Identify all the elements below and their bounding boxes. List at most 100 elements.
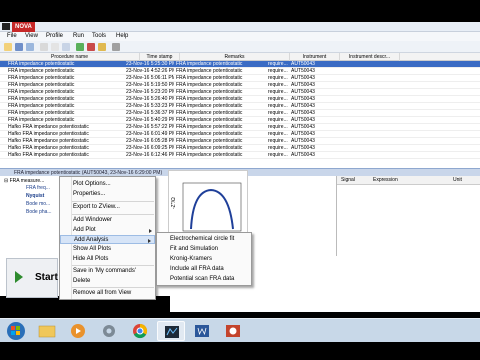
cell-procedure: FRA impedance potentiostatic <box>8 96 75 102</box>
table-row[interactable]: FRA impedance potentiostatic 23-Nov-16 5… <box>0 96 480 103</box>
menu-tools[interactable]: Tools <box>92 32 106 41</box>
submenu-circle-fit[interactable]: Electrochemical circle fit <box>157 235 251 244</box>
submenu-fit-simulation[interactable]: Fit and Simulation <box>157 245 251 254</box>
tree-item-bode-phase[interactable]: Bode pha... <box>26 209 52 215</box>
menu-bar: File View Profile Run Tools Help <box>0 32 480 41</box>
col-time-stamp[interactable]: Time stamp <box>140 53 180 61</box>
cell-require: require... <box>268 96 288 102</box>
table-row[interactable]: FRA impedance potentiostatic 23-Nov-16 5… <box>0 103 480 110</box>
app-icon <box>2 23 10 30</box>
table-row[interactable]: FRA impedance potentiostatic 23-Nov-16 5… <box>0 89 480 96</box>
save-all-icon[interactable] <box>26 43 34 51</box>
screen: NOVA File View Profile Run Tools Help Pr… <box>0 0 480 360</box>
menu-run[interactable]: Run <box>73 32 84 41</box>
cell-time: 23-Nov-16 5:23:20 PM <box>126 89 174 95</box>
paste-icon[interactable] <box>62 43 70 51</box>
cell-remarks: FRA impedance potentiostatic <box>176 75 243 81</box>
table-row[interactable]: Hafko FRA impedance potentiostatic 23-No… <box>0 152 480 159</box>
chrome-icon[interactable] <box>126 321 154 341</box>
cell-procedure: FRA impedance potentiostatic <box>8 61 75 67</box>
menu-show-all-plots[interactable]: Show All Plots <box>60 245 155 254</box>
menu-help[interactable]: Help <box>116 32 128 41</box>
menu-file[interactable]: File <box>7 32 17 41</box>
menu-add-plot[interactable]: Add Plot <box>60 226 155 235</box>
col-instrument[interactable]: Instrument <box>290 53 340 61</box>
menu-remove-all[interactable]: Remove all from View <box>60 289 155 298</box>
menu-add-analysis[interactable]: Add Analysis <box>60 235 155 244</box>
procedure-table: Procedure name Time stamp Remarks Instru… <box>0 53 480 168</box>
table-row[interactable]: FRA impedance potentiostatic 23-Nov-16 4… <box>0 68 480 75</box>
col-expression[interactable]: Expression <box>373 176 398 185</box>
stop-icon[interactable] <box>87 43 95 51</box>
cell-procedure: FRA impedance potentiostatic <box>8 103 75 109</box>
explorer-icon[interactable] <box>33 321 61 341</box>
tree-root-item[interactable]: ⊟ FRA measure... <box>4 178 44 184</box>
pause-icon[interactable] <box>98 43 106 51</box>
menu-add-windower[interactable]: Add Windower <box>60 216 155 225</box>
cell-require: require... <box>268 131 288 137</box>
table-row[interactable]: Hafko FRA impedance potentiostatic 23-No… <box>0 131 480 138</box>
table-row[interactable]: FRA impedance potentiostatic 23-Nov-16 5… <box>0 75 480 82</box>
submenu-arrow-icon <box>149 229 152 233</box>
play-icon[interactable] <box>76 43 84 51</box>
word-icon[interactable] <box>188 321 216 341</box>
cell-remarks: FRA impedance potentiostatic <box>176 68 243 74</box>
cell-instrument: AUT50043 <box>291 124 315 130</box>
cell-time: 23-Nov-16 5:33:23 PM <box>126 103 174 109</box>
menu-plot-options[interactable]: Plot Options... <box>60 180 155 189</box>
settings-icon[interactable] <box>112 43 120 51</box>
start-button[interactable]: Start <box>11 263 58 293</box>
submenu-include-fra[interactable]: Include all FRA data <box>157 265 251 274</box>
cell-instrument: AUT50043 <box>291 117 315 123</box>
nova-taskbar-icon[interactable] <box>157 321 185 341</box>
col-instrument-descr[interactable]: Instrument descr... <box>340 53 400 61</box>
cell-require: require... <box>268 110 288 116</box>
copy-icon[interactable] <box>51 43 59 51</box>
powerpoint-icon[interactable] <box>219 321 247 341</box>
tree-item-bode-modulus[interactable]: Bode mo... <box>26 201 50 207</box>
col-remarks[interactable]: Remarks <box>180 53 290 61</box>
cell-instrument: AUT50043 <box>291 145 315 151</box>
menu-hide-all-plots[interactable]: Hide All Plots <box>60 255 155 264</box>
submenu-kronig-kramers[interactable]: Kronig-Kramers <box>157 255 251 264</box>
table-row[interactable]: Hafko FRA impedance potentiostatic 23-No… <box>0 145 480 152</box>
cell-procedure: Hafko FRA impedance potentiostatic <box>8 138 89 144</box>
window-title: NOVA <box>12 22 35 32</box>
settings-icon[interactable] <box>95 321 123 341</box>
menu-export-zview[interactable]: Export to ZView... <box>60 203 155 212</box>
submenu-potential-scan[interactable]: Potential scan FRA data <box>157 275 251 284</box>
cell-time: 23-Nov-16 4:52:26 PM <box>126 68 174 74</box>
signal-table-header: Signal Expression Unit <box>337 176 480 185</box>
menu-properties[interactable]: Properties... <box>60 190 155 199</box>
add-analysis-submenu: Electrochemical circle fit Fit and Simul… <box>156 232 252 286</box>
cell-remarks: FRA impedance potentiostatic <box>176 82 243 88</box>
cell-require: require... <box>268 152 288 158</box>
tree-item-nyquist[interactable]: Nyquist <box>26 193 44 199</box>
col-procedure-name[interactable]: Procedure name <box>0 53 140 61</box>
title-bar: NOVA <box>0 22 480 32</box>
menu-view[interactable]: View <box>25 32 38 41</box>
menu-profile[interactable]: Profile <box>46 32 63 41</box>
letterbox-top <box>0 0 480 22</box>
menu-save-my-commands[interactable]: Save in 'My commands' <box>60 267 155 276</box>
plot-ylabel: -Z''/Ω <box>171 197 177 209</box>
col-signal[interactable]: Signal <box>341 176 355 185</box>
table-row[interactable]: FRA impedance potentiostatic 23-Nov-16 5… <box>0 110 480 117</box>
start-panel: Start <box>6 258 58 298</box>
toolbar <box>0 41 480 53</box>
table-row-selected[interactable]: FRA impedance potentiostatic 23-Nov-16 5… <box>0 61 480 68</box>
cell-time: 23-Nov-16 5:19:50 PM <box>126 82 174 88</box>
windows-start-button[interactable] <box>2 321 30 341</box>
menu-delete[interactable]: Delete <box>60 277 155 286</box>
media-player-icon[interactable] <box>64 321 92 341</box>
table-row[interactable]: FRA impedance potentiostatic 23-Nov-16 5… <box>0 117 480 124</box>
table-row[interactable]: FRA impedance potentiostatic 23-Nov-16 5… <box>0 82 480 89</box>
table-row[interactable]: Hafko FRA impedance potentiostatic 23-No… <box>0 138 480 145</box>
table-row[interactable]: Hafko FRA impedance potentiostatic 23-No… <box>0 124 480 131</box>
open-icon[interactable] <box>4 43 12 51</box>
tree-item-fra-freq[interactable]: FRA freq... <box>26 185 50 191</box>
cell-procedure: FRA impedance potentiostatic <box>8 68 75 74</box>
cut-icon[interactable] <box>40 43 48 51</box>
save-icon[interactable] <box>15 43 23 51</box>
col-unit[interactable]: Unit <box>453 176 462 185</box>
